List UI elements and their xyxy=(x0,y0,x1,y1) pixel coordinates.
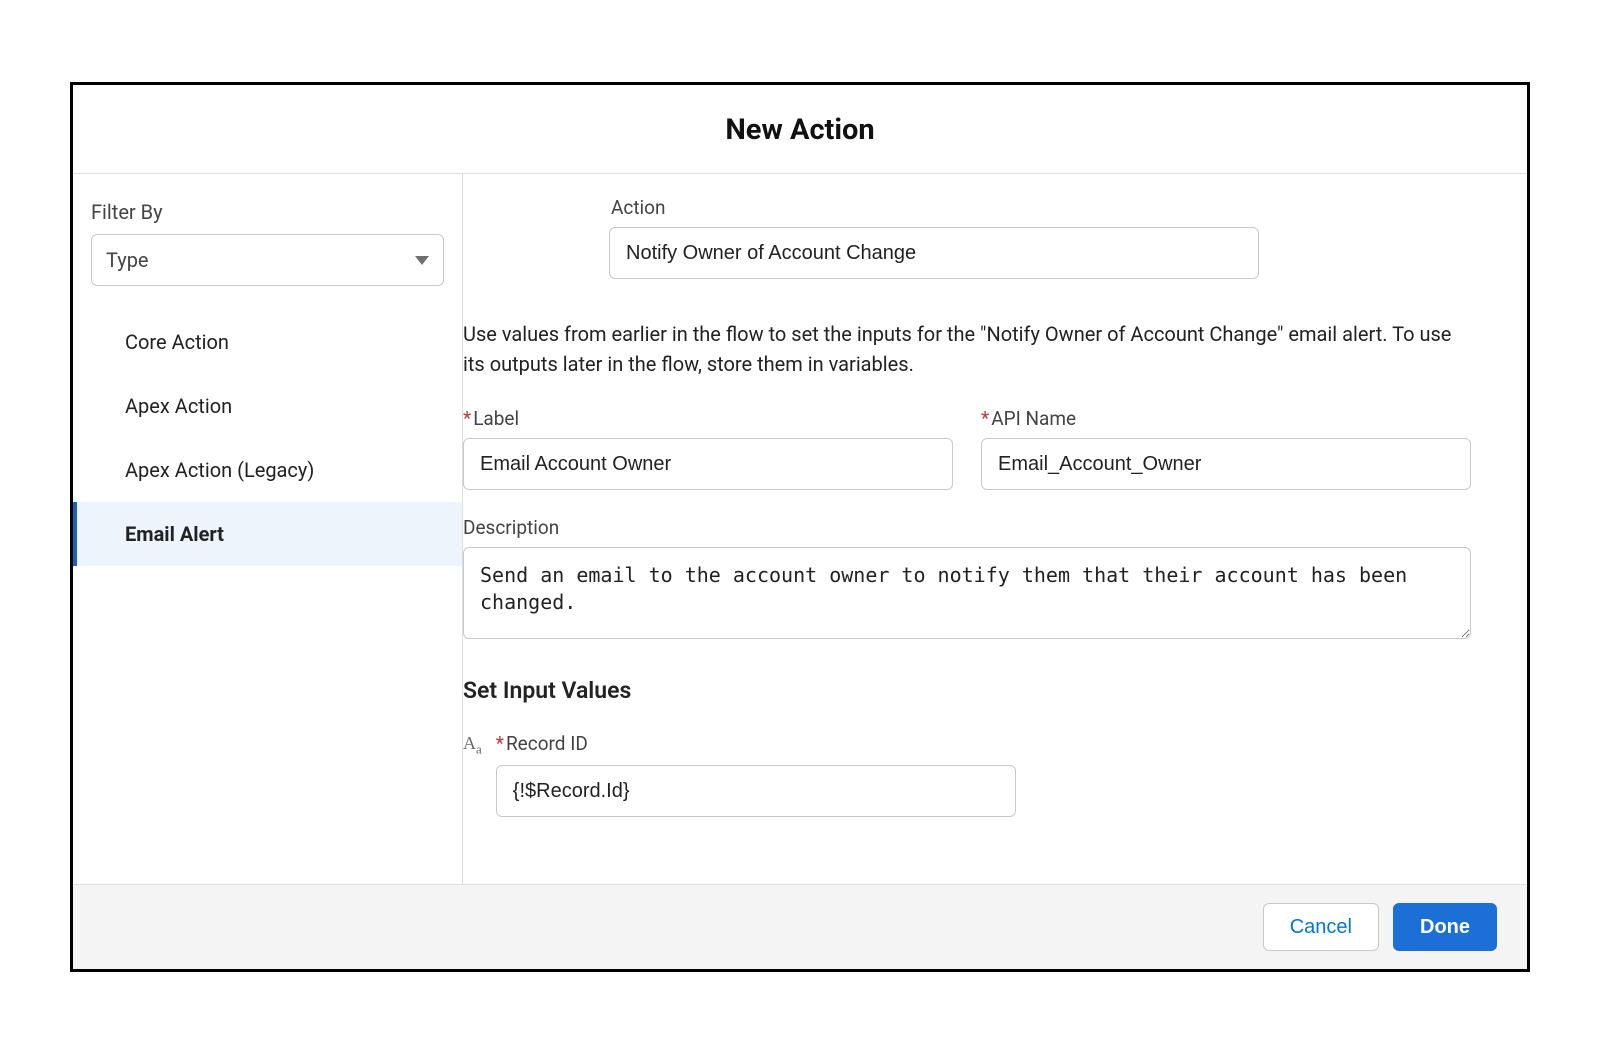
sidebar-item-apex-action-legacy[interactable]: Apex Action (Legacy) xyxy=(73,438,462,502)
description-label: Description xyxy=(463,516,1471,539)
sidebar-item-core-action[interactable]: Core Action xyxy=(73,310,462,374)
dialog-footer: Cancel Done xyxy=(73,884,1527,969)
sidebar-item-email-alert[interactable]: Email Alert xyxy=(73,502,462,566)
sidebar: Filter By Type Core Action Apex Action A… xyxy=(73,174,463,884)
label-field-label: *Label xyxy=(463,407,953,430)
label-input[interactable] xyxy=(463,438,953,490)
filter-type-select[interactable]: Type xyxy=(91,234,444,286)
chevron-down-icon xyxy=(415,256,429,265)
text-type-icon: Aa xyxy=(463,732,482,756)
dialog-header: New Action xyxy=(73,85,1527,174)
sidebar-item-apex-action[interactable]: Apex Action xyxy=(73,374,462,438)
filter-type-value: Type xyxy=(106,248,149,272)
filter-by-label: Filter By xyxy=(73,200,462,234)
action-label: Action xyxy=(611,196,1259,219)
dialog-title: New Action xyxy=(73,113,1527,147)
cancel-button[interactable]: Cancel xyxy=(1263,903,1379,951)
record-id-label: *Record ID xyxy=(496,732,1016,755)
dialog-new-action: New Action Filter By Type Core Action Ap… xyxy=(70,82,1530,972)
dialog-body: Filter By Type Core Action Apex Action A… xyxy=(73,174,1527,884)
api-name-label: *API Name xyxy=(981,407,1471,430)
description-textarea[interactable]: Send an email to the account owner to no… xyxy=(463,547,1471,639)
helper-text: Use values from earlier in the flow to s… xyxy=(463,319,1471,379)
main-panel: Action Use values from earlier in the fl… xyxy=(463,174,1527,884)
api-name-input[interactable] xyxy=(981,438,1471,490)
sidebar-list: Core Action Apex Action Apex Action (Leg… xyxy=(73,310,462,566)
record-id-input[interactable] xyxy=(496,765,1016,817)
set-input-values-heading: Set Input Values xyxy=(463,677,1471,704)
done-button[interactable]: Done xyxy=(1393,903,1497,951)
action-input[interactable] xyxy=(609,227,1259,279)
